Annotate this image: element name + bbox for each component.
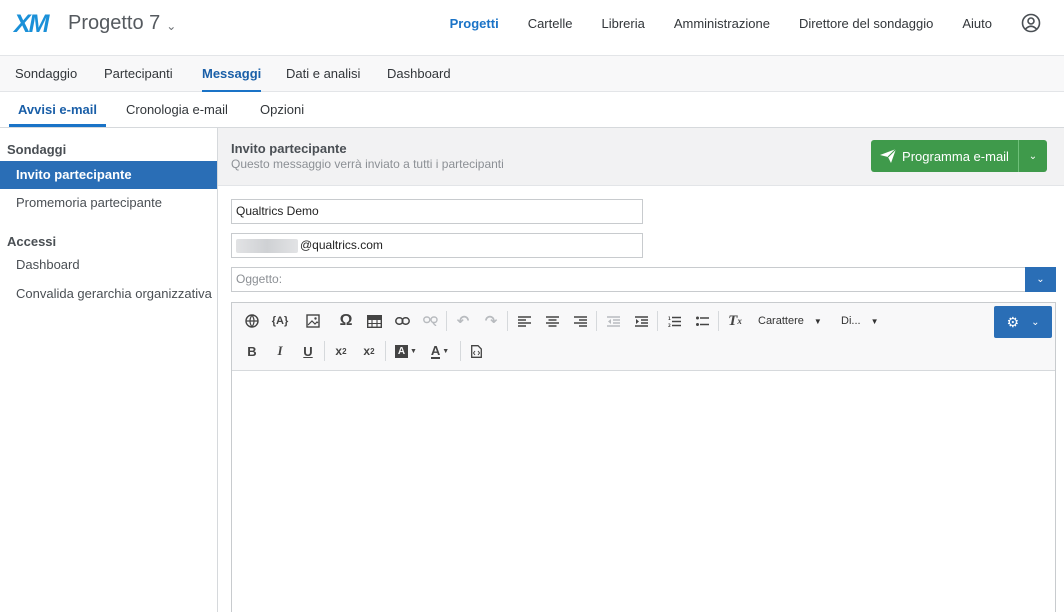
indent-icon[interactable] (630, 310, 652, 332)
toolbar-divider (324, 341, 325, 361)
redacted-email-prefix (236, 238, 298, 253)
sidebar-item-dashboard[interactable]: Dashboard (0, 251, 217, 279)
project-title: Progetto 7 (68, 12, 161, 34)
table-icon[interactable] (363, 310, 385, 332)
tab-participants[interactable]: Partecipanti (104, 56, 173, 92)
font-family-value: Carattere (758, 315, 804, 327)
message-subtitle: Questo messaggio verrà inviato a tutti i… (231, 157, 504, 171)
svg-text:1: 1 (668, 316, 671, 321)
message-tabs: Avvisi e-mail Cronologia e-mail Opzioni (0, 92, 1064, 128)
nav-library[interactable]: Libreria (601, 16, 644, 31)
subject-dropdown-button[interactable]: ⌄ (1025, 267, 1056, 292)
subject-input[interactable]: Oggetto: (231, 267, 1026, 292)
outdent-icon[interactable] (602, 310, 624, 332)
project-tabs: Sondaggio Partecipanti Messaggi Dati e a… (0, 56, 1064, 92)
message-header: Invito partecipante Questo messaggio ver… (218, 128, 1064, 186)
toolbar-divider (446, 311, 447, 331)
toolbar-divider (385, 341, 386, 361)
font-size-value: Di... (841, 315, 861, 327)
rich-text-editor[interactable]: {A} Ω ↶ ↷ 1 2 T x Carattere ▼ Di... ▼ B … (231, 302, 1056, 612)
sidebar-item-participant-invite[interactable]: Invito partecipante (0, 161, 217, 189)
tab-data-analysis[interactable]: Dati e analisi (286, 56, 360, 92)
tab-messages[interactable]: Messaggi (202, 56, 262, 92)
caret-down-icon: ▼ (813, 316, 822, 326)
bold-icon[interactable]: B (241, 340, 263, 362)
align-left-icon[interactable] (513, 310, 535, 332)
message-title: Invito partecipante (231, 141, 347, 156)
from-email-value: @qualtrics.com (300, 238, 383, 252)
top-nav: Progetti Cartelle Libreria Amministrazio… (450, 0, 1064, 46)
tab-email-alerts[interactable]: Avvisi e-mail (9, 92, 107, 127)
sidebar-item-participant-reminder[interactable]: Promemoria partecipante (0, 189, 217, 217)
link-icon[interactable] (391, 310, 413, 332)
source-code-icon[interactable] (465, 340, 487, 362)
user-account-icon[interactable] (1021, 13, 1041, 33)
toolbar-divider (657, 311, 658, 331)
schedule-email-main[interactable]: Programma e-mail (871, 140, 1019, 172)
schedule-email-label: Programma e-mail (902, 148, 1009, 164)
from-email-field[interactable]: @qualtrics.com (231, 233, 643, 258)
bullet-list-icon[interactable] (691, 310, 713, 332)
font-family-select[interactable]: Carattere ▼ (758, 310, 830, 332)
chevron-down-icon[interactable]: ⌄ (1019, 140, 1047, 172)
unlink-icon[interactable] (419, 310, 441, 332)
xm-logo[interactable]: XM (14, 10, 49, 39)
nav-help[interactable]: Aiuto (962, 16, 992, 31)
top-bar: XM Progetto 7 ⌄ Progetti Cartelle Librer… (0, 0, 1064, 56)
underline-icon[interactable]: U (297, 340, 319, 362)
from-name-field[interactable]: Qualtrics Demo (231, 199, 643, 224)
background-color-icon[interactable]: A ▼ (392, 340, 420, 362)
nav-projects[interactable]: Progetti (450, 16, 499, 31)
chevron-down-icon: ⌄ (1036, 274, 1045, 285)
tab-dashboard[interactable]: Dashboard (387, 56, 451, 92)
schedule-email-button[interactable]: Programma e-mail ⌄ (871, 140, 1047, 172)
toolbar-divider (718, 311, 719, 331)
clear-formatting-icon[interactable]: Tx (724, 310, 746, 332)
sidebar: Sondaggi Invito partecipante Promemoria … (0, 128, 218, 612)
chevron-down-icon: ⌄ (166, 18, 177, 33)
align-right-icon[interactable] (569, 310, 591, 332)
sidebar-heading-surveys: Sondaggi (7, 142, 67, 157)
tab-email-history[interactable]: Cronologia e-mail (126, 92, 228, 127)
superscript-icon[interactable]: x2 (358, 340, 380, 362)
subject-placeholder: Oggetto: (236, 272, 283, 286)
piped-text-icon[interactable]: {A} (269, 310, 291, 332)
message-editor-panel: Invito partecipante Questo messaggio ver… (218, 128, 1064, 612)
nav-survey-director[interactable]: Direttore del sondaggio (799, 16, 933, 31)
tab-survey[interactable]: Sondaggio (15, 56, 77, 92)
subscript-icon[interactable]: x2 (330, 340, 352, 362)
tab-options[interactable]: Opzioni (260, 92, 304, 127)
text-color-icon[interactable]: A ▼ (426, 340, 454, 362)
editor-toolbar: {A} Ω ↶ ↷ 1 2 T x Carattere ▼ Di... ▼ B … (232, 303, 1055, 371)
toolbar-divider (596, 311, 597, 331)
font-size-select[interactable]: Di... ▼ (841, 310, 891, 332)
align-center-icon[interactable] (541, 310, 563, 332)
chevron-down-icon: ⌄ (1031, 316, 1040, 328)
nav-admin[interactable]: Amministrazione (674, 16, 770, 31)
send-plane-icon (880, 149, 897, 163)
image-icon[interactable] (302, 310, 324, 332)
italic-icon[interactable]: I (269, 340, 291, 362)
gear-icon: ⚙ (1006, 313, 1020, 330)
numbered-list-icon[interactable]: 12 (663, 310, 685, 332)
special-character-icon[interactable]: Ω (335, 310, 357, 332)
sidebar-heading-access: Accessi (7, 234, 57, 249)
globe-icon[interactable] (241, 310, 263, 332)
caret-down-icon: ▼ (870, 316, 879, 326)
nav-folders[interactable]: Cartelle (528, 16, 573, 31)
redo-icon[interactable]: ↷ (480, 310, 502, 332)
editor-settings-button[interactable]: ⚙ ⌄ (994, 306, 1052, 338)
undo-icon[interactable]: ↶ (452, 310, 474, 332)
svg-text:2: 2 (668, 323, 671, 327)
toolbar-divider (507, 311, 508, 331)
toolbar-divider (460, 341, 461, 361)
sidebar-item-org-hierarchy[interactable]: Convalida gerarchia organizzativa (0, 280, 217, 308)
from-name-value: Qualtrics Demo (236, 204, 319, 218)
project-selector[interactable]: Progetto 7 ⌄ (68, 12, 176, 35)
